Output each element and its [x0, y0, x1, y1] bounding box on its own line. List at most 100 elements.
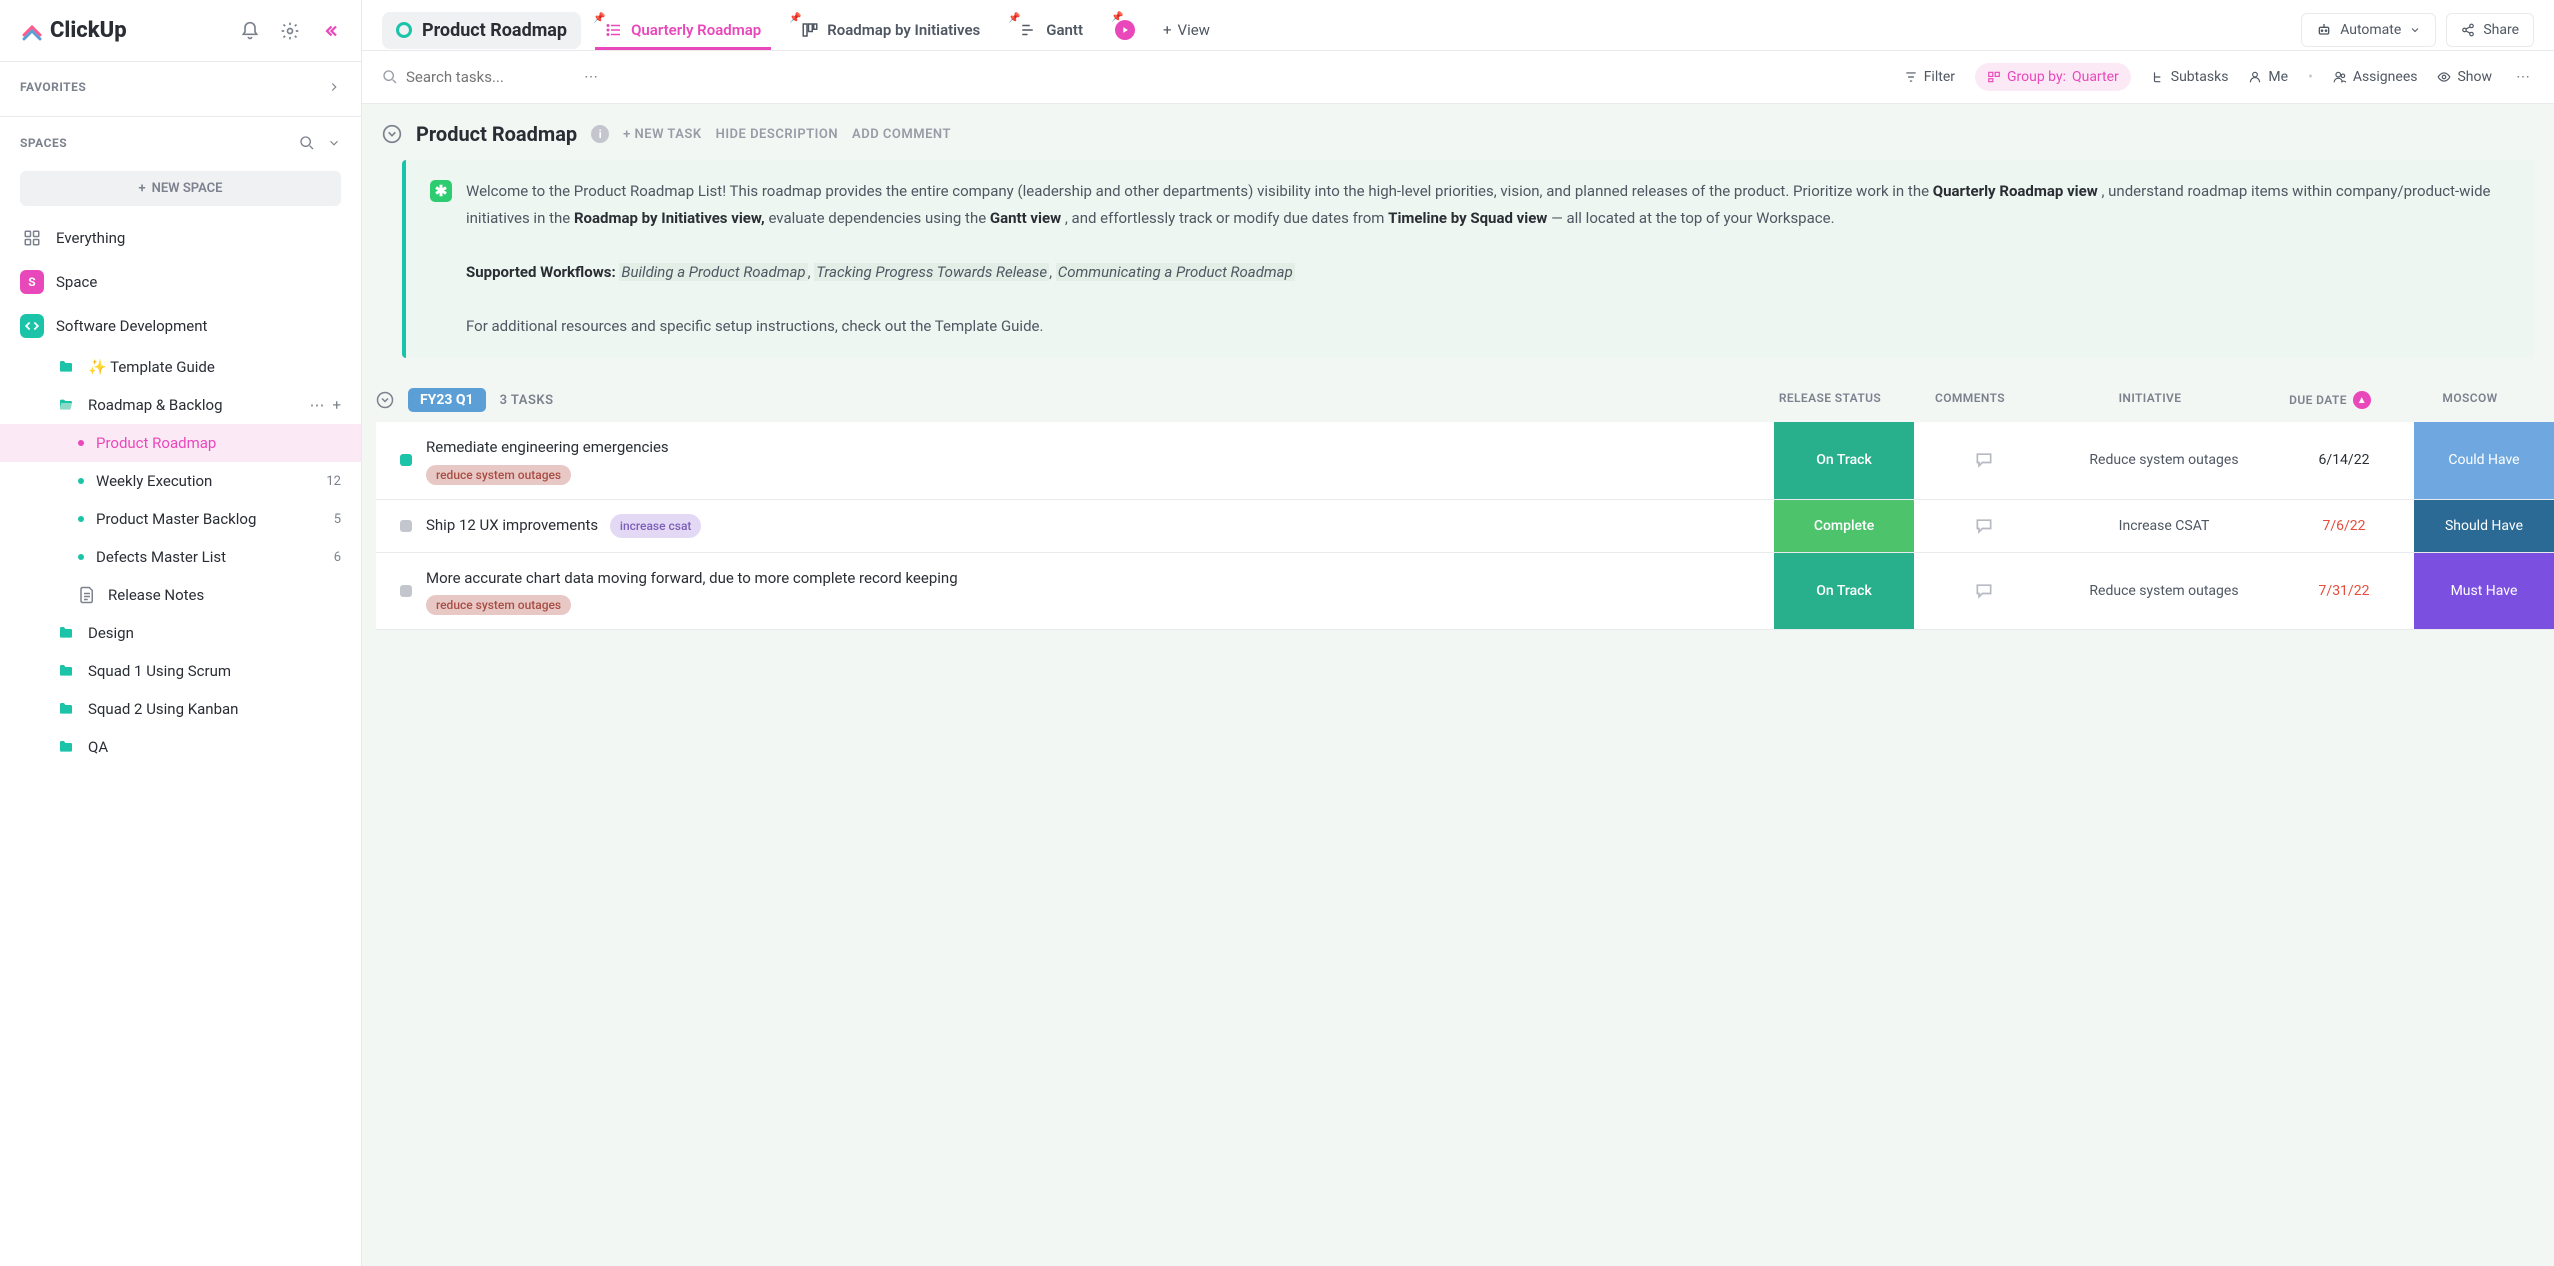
desc-text: Welcome to the Product Roadmap List! Thi…	[466, 182, 1933, 200]
favorites-section-header[interactable]: FAVORITES	[0, 62, 361, 117]
sidebar: ClickUp FAVORITES SPACES + NEW SPACE	[0, 0, 362, 1266]
subtasks-button[interactable]: Subtasks	[2151, 69, 2229, 85]
chevron-circle-icon[interactable]	[376, 391, 394, 409]
task-row[interactable]: More accurate chart data moving forward,…	[376, 553, 2554, 631]
me-label: Me	[2268, 69, 2288, 85]
more-icon[interactable]: ⋯	[580, 66, 602, 88]
cell-due-date[interactable]: 7/6/22	[2274, 500, 2414, 552]
col-initiative[interactable]: INITIATIVE	[2040, 391, 2260, 409]
chevron-circle-icon[interactable]	[382, 124, 402, 144]
me-button[interactable]: Me	[2248, 69, 2288, 85]
app-logo[interactable]: ClickUp	[20, 18, 127, 43]
col-due-date[interactable]: DUE DATE ▲	[2260, 391, 2400, 409]
main-panel: Product Roadmap 📌 Quarterly Roadmap 📌 Ro…	[362, 0, 2554, 1266]
folder-roadmap-backlog[interactable]: Roadmap & Backlog ⋯ +	[0, 386, 361, 424]
folder-template-guide[interactable]: ✨ Template Guide	[0, 348, 361, 386]
cell-moscow[interactable]: Must Have	[2414, 553, 2554, 630]
bell-icon[interactable]	[239, 20, 261, 42]
cell-moscow[interactable]: Could Have	[2414, 422, 2554, 499]
folder-squad1[interactable]: Squad 1 Using Scrum	[0, 652, 361, 690]
column-headers: RELEASE STATUS COMMENTS INITIATIVE DUE D…	[1760, 391, 2540, 409]
sidebar-item-software-development[interactable]: Software Development	[0, 304, 361, 348]
folder-design[interactable]: Design	[0, 614, 361, 652]
status-square-icon[interactable]	[400, 454, 412, 466]
task-row[interactable]: Remediate engineering emergencies reduce…	[376, 422, 2554, 500]
sidebar-item-everything[interactable]: Everything	[0, 216, 361, 260]
tab-extra[interactable]: 📌	[1107, 10, 1143, 50]
filter-button[interactable]: Filter	[1904, 69, 1955, 85]
hide-description-button[interactable]: HIDE DESCRIPTION	[716, 127, 838, 142]
automate-label: Automate	[2340, 22, 2401, 38]
cell-initiative[interactable]: Reduce system outages	[2054, 553, 2274, 630]
gear-icon[interactable]	[279, 20, 301, 42]
workspace-chip[interactable]: Product Roadmap	[382, 12, 581, 49]
workflow-link[interactable]: Tracking Progress Towards Release	[814, 263, 1049, 281]
cell-due-date[interactable]: 7/31/22	[2274, 553, 2414, 630]
group-by-pill[interactable]: Group by: Quarter	[1975, 63, 2131, 91]
plus-icon[interactable]: +	[332, 396, 341, 414]
tab-gantt[interactable]: 📌 Gantt	[1004, 11, 1099, 49]
add-comment-button[interactable]: ADD COMMENT	[852, 127, 951, 142]
search-box[interactable]	[382, 68, 566, 86]
more-icon[interactable]: ⋯	[309, 396, 324, 414]
workflow-link[interactable]: Communicating a Product Roadmap	[1056, 263, 1295, 281]
search-icon[interactable]	[299, 135, 315, 151]
collapse-sidebar-icon[interactable]	[319, 20, 341, 42]
cell-initiative[interactable]: Reduce system outages	[2054, 422, 2274, 499]
status-square-icon[interactable]	[400, 520, 412, 532]
status-square-icon[interactable]	[400, 585, 412, 597]
share-button[interactable]: Share	[2446, 13, 2534, 47]
cell-initiative[interactable]: Increase CSAT	[2054, 500, 2274, 552]
cell-moscow[interactable]: Should Have	[2414, 500, 2554, 552]
info-icon[interactable]: i	[591, 125, 609, 143]
search-input[interactable]	[406, 68, 566, 86]
task-tag[interactable]: reduce system outages	[426, 465, 571, 485]
col-comments[interactable]: COMMENTS	[1900, 391, 2040, 409]
list-product-master-backlog[interactable]: Product Master Backlog 5	[0, 500, 361, 538]
col-release-status[interactable]: RELEASE STATUS	[1760, 391, 1900, 409]
cell-release-status[interactable]: On Track	[1774, 422, 1914, 499]
list-defects-master-list[interactable]: Defects Master List 6	[0, 538, 361, 576]
grid-icon	[20, 226, 44, 250]
tab-roadmap-initiatives[interactable]: 📌 Roadmap by Initiatives	[785, 11, 996, 49]
folder-icon	[56, 663, 76, 679]
clickup-logo-icon	[20, 19, 44, 43]
assignees-button[interactable]: Assignees	[2333, 69, 2418, 85]
cell-release-status[interactable]: Complete	[1774, 500, 1914, 552]
comment-icon	[1974, 581, 1994, 601]
chevron-down-icon[interactable]	[327, 136, 341, 150]
more-icon[interactable]: ⋯	[2512, 66, 2534, 88]
comment-icon	[1974, 516, 1994, 536]
task-tag[interactable]: reduce system outages	[426, 595, 571, 615]
sidebar-item-label: Space	[56, 273, 97, 291]
folder-qa[interactable]: QA	[0, 728, 361, 766]
task-tag[interactable]: increase csat	[610, 514, 702, 538]
cell-comments[interactable]	[1914, 553, 2054, 630]
spaces-label: SPACES	[20, 136, 67, 150]
chevron-right-icon	[327, 80, 341, 94]
list-weekly-execution[interactable]: Weekly Execution 12	[0, 462, 361, 500]
group-badge[interactable]: FY23 Q1	[408, 388, 486, 412]
new-space-button[interactable]: + NEW SPACE	[20, 171, 341, 206]
pin-icon: 📌	[789, 13, 801, 24]
folder-squad2[interactable]: Squad 2 Using Kanban	[0, 690, 361, 728]
list-product-roadmap[interactable]: Product Roadmap	[0, 424, 361, 462]
tab-quarterly-roadmap[interactable]: 📌 Quarterly Roadmap	[589, 11, 777, 49]
cell-comments[interactable]	[1914, 500, 2054, 552]
task-row[interactable]: Ship 12 UX improvements increase csat Co…	[376, 500, 2554, 553]
col-moscow[interactable]: MOSCOW	[2400, 391, 2540, 409]
add-view-button[interactable]: + View	[1151, 13, 1222, 47]
folder-label: Squad 1 Using Scrum	[88, 662, 231, 680]
new-task-button[interactable]: + NEW TASK	[623, 127, 701, 142]
automate-button[interactable]: Automate	[2301, 13, 2436, 47]
workflow-link[interactable]: Building a Product Roadmap	[619, 263, 807, 281]
description-text: Welcome to the Product Roadmap List! Thi…	[466, 178, 2510, 340]
show-button[interactable]: Show	[2437, 69, 2492, 85]
cell-release-status[interactable]: On Track	[1774, 553, 1914, 630]
doc-release-notes[interactable]: Release Notes	[0, 576, 361, 614]
folder-label: Roadmap & Backlog	[88, 396, 223, 414]
cell-due-date[interactable]: 6/14/22	[2274, 422, 2414, 499]
sidebar-item-space[interactable]: S Space	[0, 260, 361, 304]
list-count: 12	[326, 474, 341, 489]
cell-comments[interactable]	[1914, 422, 2054, 499]
